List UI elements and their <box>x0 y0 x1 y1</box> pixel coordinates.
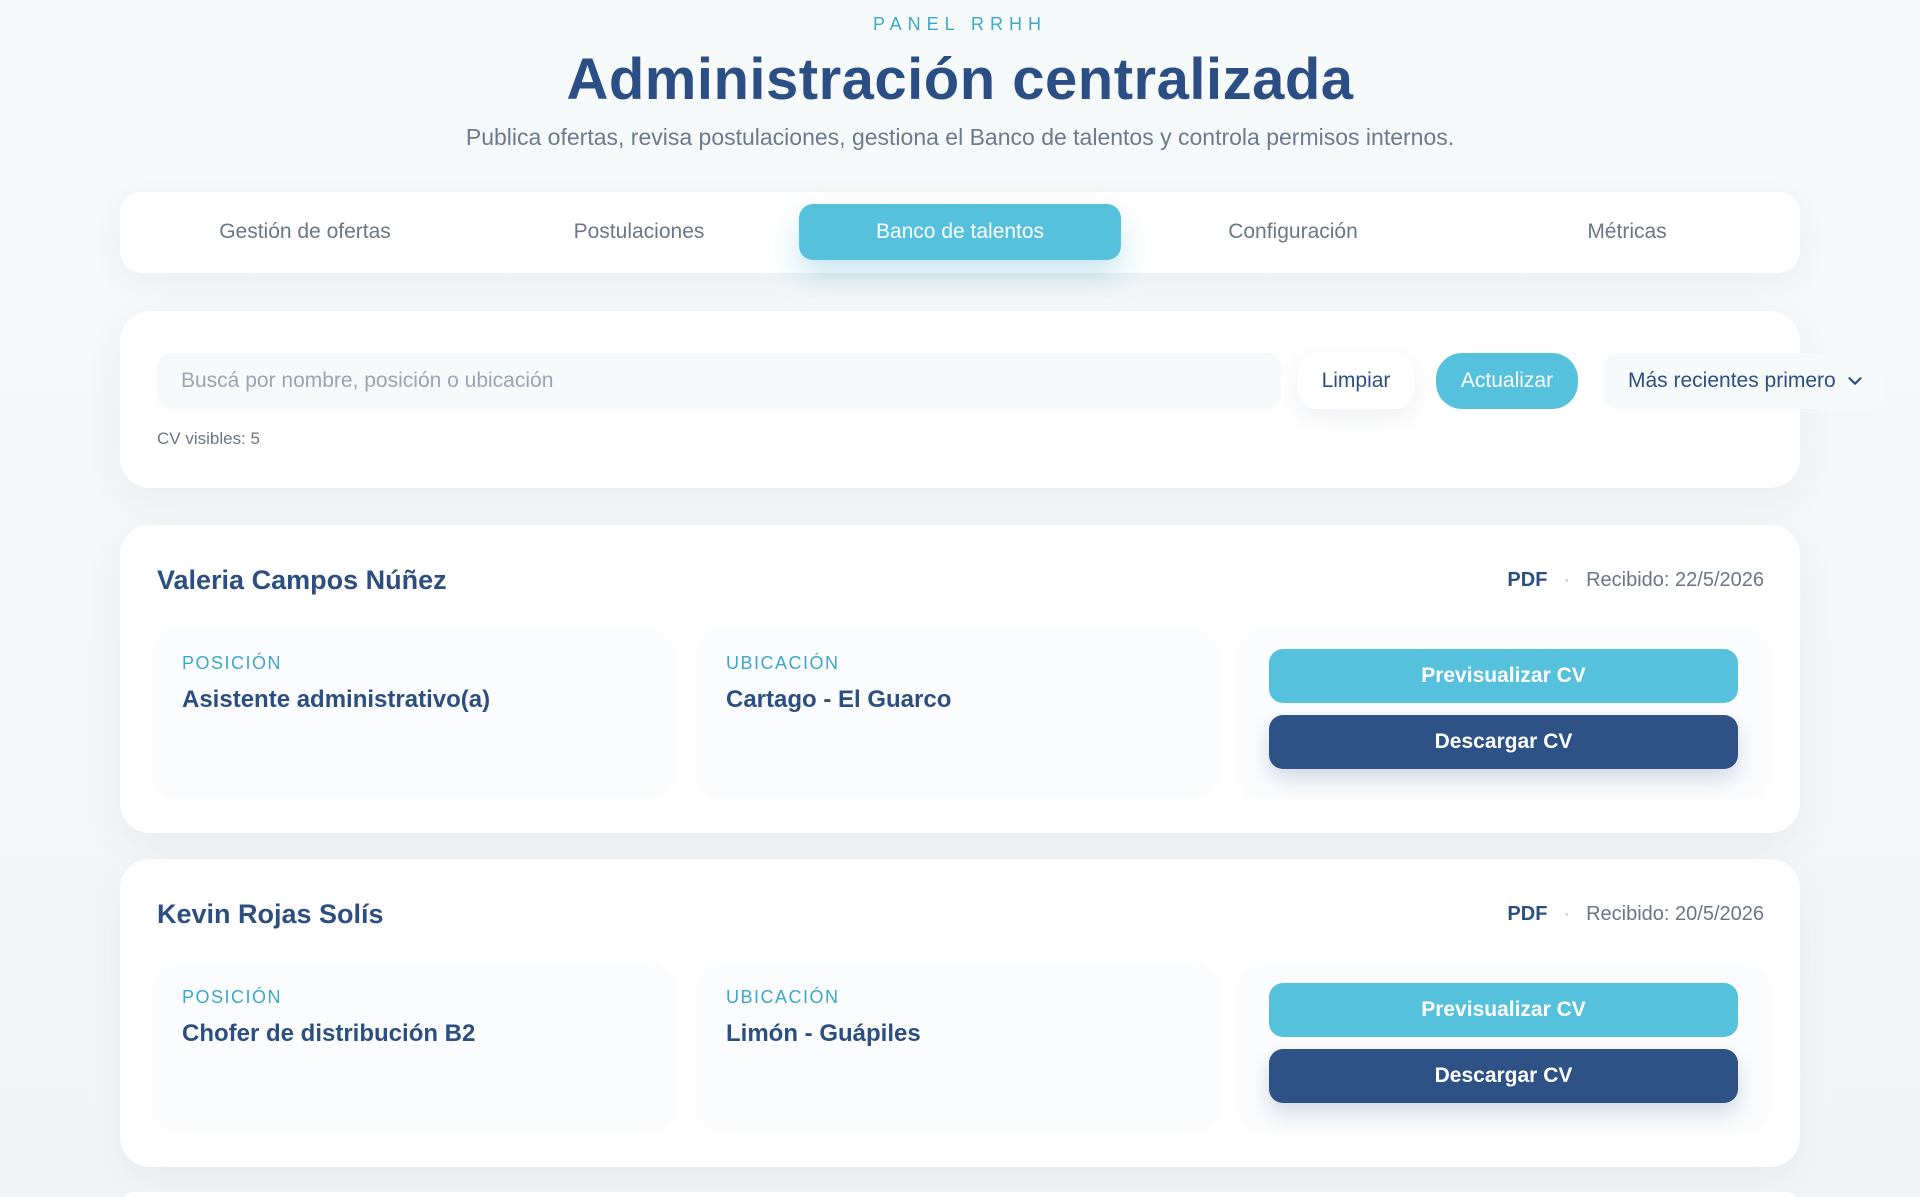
candidate-meta: PDF · Recibido: 22/5/2026 <box>1507 569 1764 592</box>
position-value: Chofer de distribución B2 <box>182 1020 476 1047</box>
location-value: Limón - Guápiles <box>726 1020 921 1047</box>
file-format-badge: PDF <box>1507 569 1548 591</box>
tab-metricas[interactable]: Métricas <box>1466 204 1788 260</box>
meta-separator: · <box>1563 569 1571 591</box>
preview-cv-button[interactable]: Previsualizar CV <box>1269 983 1738 1037</box>
candidate-card: Kevin Rojas Solís PDF · Recibido: 20/5/2… <box>120 859 1800 1167</box>
candidate-meta: PDF · Recibido: 20/5/2026 <box>1507 903 1764 926</box>
location-label: UBICACIÓN <box>726 987 840 1007</box>
sort-select[interactable]: Más recientes primero <box>1604 353 1884 409</box>
panel-eyebrow: PANEL RRHH <box>872 14 1048 34</box>
admin-page: PANEL RRHH Administración centralizada P… <box>0 0 1920 1197</box>
cv-actions: Previsualizar CV Descargar CV <box>1244 963 1764 1123</box>
refresh-button[interactable]: Actualizar <box>1436 353 1578 409</box>
page-title: Administración centralizada <box>566 47 1354 112</box>
location-label: UBICACIÓN <box>726 653 840 673</box>
next-candidate-card <box>120 1192 1800 1197</box>
page-subtitle: Publica ofertas, revisa postulaciones, g… <box>465 124 1455 150</box>
location-field: UBICACIÓN Limón - Guápiles <box>701 963 1213 1123</box>
file-format-badge: PDF <box>1507 903 1548 925</box>
location-field: UBICACIÓN Cartago - El Guarco <box>701 629 1213 789</box>
position-label: POSICIÓN <box>182 987 283 1007</box>
position-field: POSICIÓN Asistente administrativo(a) <box>157 629 669 789</box>
received-date: Recibido: 20/5/2026 <box>1586 903 1764 925</box>
position-field: POSICIÓN Chofer de distribución B2 <box>157 963 669 1123</box>
clear-button[interactable]: Limpiar <box>1298 353 1414 409</box>
preview-cv-button[interactable]: Previsualizar CV <box>1269 649 1738 703</box>
tab-banco-talentos[interactable]: Banco de talentos <box>799 204 1121 260</box>
candidate-name: Valeria Campos Núñez <box>157 565 447 595</box>
tab-configuracion[interactable]: Configuración <box>1132 204 1454 260</box>
location-value: Cartago - El Guarco <box>726 686 952 713</box>
tab-postulaciones[interactable]: Postulaciones <box>478 204 800 260</box>
download-cv-button[interactable]: Descargar CV <box>1269 1049 1738 1103</box>
cv-visible-count: CV visibles: 5 <box>157 429 260 448</box>
candidate-card: Valeria Campos Núñez PDF · Recibido: 22/… <box>120 525 1800 833</box>
received-date: Recibido: 22/5/2026 <box>1586 569 1764 591</box>
cv-actions: Previsualizar CV Descargar CV <box>1244 629 1764 789</box>
download-cv-button[interactable]: Descargar CV <box>1269 715 1738 769</box>
candidate-name: Kevin Rojas Solís <box>157 899 384 929</box>
chevron-down-icon <box>1848 377 1862 385</box>
position-value: Asistente administrativo(a) <box>182 686 491 713</box>
tab-bar: Gestión de ofertas Postulaciones Banco d… <box>120 192 1800 273</box>
search-input[interactable] <box>157 353 1281 409</box>
meta-separator: · <box>1563 903 1571 925</box>
tab-gestion-ofertas[interactable]: Gestión de ofertas <box>144 204 466 260</box>
sort-select-value: Más recientes primero <box>1628 369 1836 392</box>
position-label: POSICIÓN <box>182 653 283 673</box>
search-panel: Limpiar Actualizar Más recientes primero… <box>120 311 1884 488</box>
